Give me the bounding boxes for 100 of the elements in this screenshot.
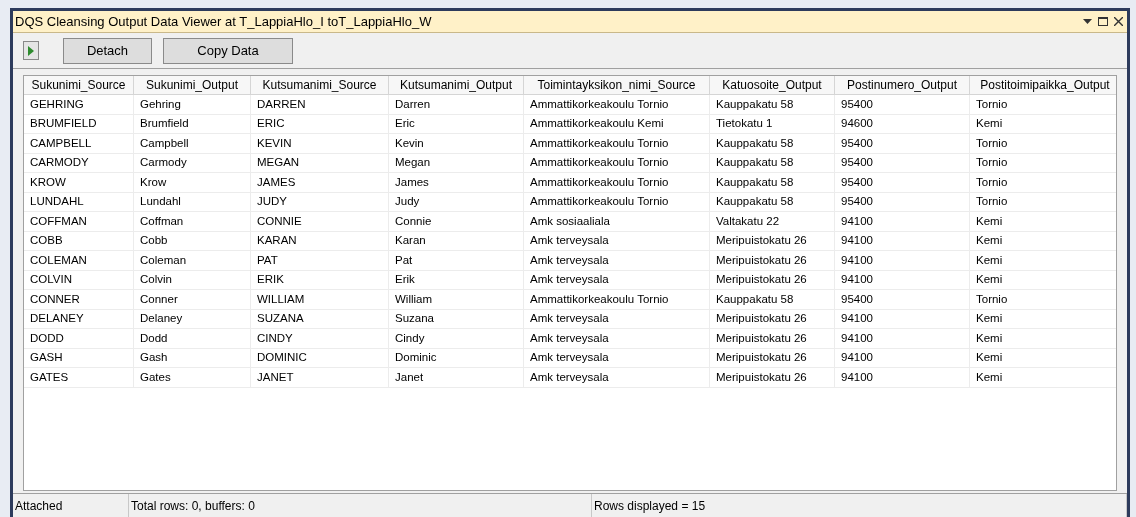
table-cell: Tietokatu 1: [710, 114, 835, 133]
table-cell: 95400: [835, 173, 970, 192]
column-header[interactable]: Sukunimi_Source: [24, 76, 134, 94]
table-cell: DODD: [24, 329, 134, 348]
table-cell: ERIC: [251, 114, 389, 133]
table-cell: Cindy: [389, 329, 524, 348]
status-text: Rows displayed = 15: [592, 494, 1127, 517]
table-cell: Ammattikorkeakoulu Tornio: [524, 192, 710, 211]
table-cell: William: [389, 290, 524, 309]
table-cell: Kauppakatu 58: [710, 153, 835, 172]
table-cell: Ammattikorkeakoulu Tornio: [524, 95, 710, 114]
table-cell: CONNIE: [251, 212, 389, 231]
table-cell: Ammattikorkeakoulu Tornio: [524, 173, 710, 192]
table-cell: DOMINIC: [251, 348, 389, 367]
table-cell: COLVIN: [24, 270, 134, 289]
column-header[interactable]: Postitoimipaikka_Output: [970, 76, 1116, 94]
table-cell: Amk sosiaaliala: [524, 212, 710, 231]
table-cell: Coffman: [134, 212, 251, 231]
table-cell: DELANEY: [24, 309, 134, 328]
column-header[interactable]: Postinumero_Output: [835, 76, 970, 94]
table-cell: Krow: [134, 173, 251, 192]
table-cell: WILLIAM: [251, 290, 389, 309]
table-cell: Kauppakatu 58: [710, 173, 835, 192]
table-cell: Carmody: [134, 153, 251, 172]
table-cell: Tornio: [970, 173, 1116, 192]
table-cell: 94100: [835, 270, 970, 289]
table-cell: Ammattikorkeakoulu Kemi: [524, 114, 710, 133]
table-cell: Kemi: [970, 212, 1116, 231]
table-cell: Amk terveysala: [524, 348, 710, 367]
table-cell: KROW: [24, 173, 134, 192]
table-cell: CAMPBELL: [24, 134, 134, 153]
table-cell: Campbell: [134, 134, 251, 153]
table-cell: Meripuistokatu 26: [710, 251, 835, 270]
table-cell: 94100: [835, 368, 970, 387]
table-cell: COLEMAN: [24, 251, 134, 270]
table-cell: MEGAN: [251, 153, 389, 172]
table-cell: Connie: [389, 212, 524, 231]
table-cell: Lundahl: [134, 192, 251, 211]
table-cell: CARMODY: [24, 153, 134, 172]
column-header[interactable]: Kutsumanimi_Output: [389, 76, 524, 94]
table-cell: Kauppakatu 58: [710, 192, 835, 211]
table-cell: 94100: [835, 231, 970, 250]
table-cell: Judy: [389, 192, 524, 211]
toolbar-button[interactable]: Copy Data: [163, 37, 293, 64]
table-cell: Conner: [134, 290, 251, 309]
table-cell: Kemi: [970, 368, 1116, 387]
dropdown-icon[interactable]: [1083, 19, 1092, 24]
table-cell: Kemi: [970, 309, 1116, 328]
table-cell: Brumfield: [134, 114, 251, 133]
table-cell: 94100: [835, 329, 970, 348]
status-text: Attached: [13, 494, 129, 517]
column-header[interactable]: Katuosoite_Output: [710, 76, 835, 94]
window-title: DQS Cleansing Output Data Viewer at T_LappiaHlo_I toT_LappiaHlo_W: [15, 12, 432, 31]
table-cell: Gash: [134, 348, 251, 367]
table-cell: Meripuistokatu 26: [710, 309, 835, 328]
table-cell: KEVIN: [251, 134, 389, 153]
table-cell: Gehring: [134, 95, 251, 114]
table-cell: CONNER: [24, 290, 134, 309]
table-cell: Meripuistokatu 26: [710, 348, 835, 367]
table-cell: James: [389, 173, 524, 192]
table-cell: SUZANA: [251, 309, 389, 328]
table-cell: Amk terveysala: [524, 309, 710, 328]
run-button[interactable]: [23, 41, 39, 60]
table-cell: Valtakatu 22: [710, 212, 835, 231]
table-cell: Meripuistokatu 26: [710, 231, 835, 250]
table-cell: Kemi: [970, 270, 1116, 289]
table-cell: 95400: [835, 290, 970, 309]
toolbar-button[interactable]: Detach: [63, 37, 152, 64]
table-cell: Amk terveysala: [524, 368, 710, 387]
table-cell: Eric: [389, 114, 524, 133]
table-cell: COFFMAN: [24, 212, 134, 231]
table-cell: Coleman: [134, 251, 251, 270]
table-cell: 94100: [835, 309, 970, 328]
table-cell: 95400: [835, 95, 970, 114]
table-cell: Tornio: [970, 134, 1116, 153]
table-cell: 95400: [835, 192, 970, 211]
table-cell: Tornio: [970, 192, 1116, 211]
table-cell: DARREN: [251, 95, 389, 114]
status-text: Total rows: 0, buffers: 0: [129, 494, 592, 517]
close-icon[interactable]: [1114, 17, 1123, 26]
table-cell: 94600: [835, 114, 970, 133]
table-cell: 94100: [835, 212, 970, 231]
maximize-icon[interactable]: [1098, 17, 1108, 26]
table-cell: Dodd: [134, 329, 251, 348]
table-cell: COBB: [24, 231, 134, 250]
table-cell: Kemi: [970, 114, 1116, 133]
table-cell: JAMES: [251, 173, 389, 192]
table-cell: Megan: [389, 153, 524, 172]
table-cell: 94100: [835, 251, 970, 270]
column-header[interactable]: Sukunimi_Output: [134, 76, 251, 94]
table-cell: Erik: [389, 270, 524, 289]
table-cell: Tornio: [970, 95, 1116, 114]
column-header[interactable]: Kutsumanimi_Source: [251, 76, 389, 94]
table-cell: BRUMFIELD: [24, 114, 134, 133]
table-cell: Amk terveysala: [524, 251, 710, 270]
table-cell: Kemi: [970, 231, 1116, 250]
table-cell: 95400: [835, 153, 970, 172]
table-cell: Kemi: [970, 329, 1116, 348]
column-header[interactable]: Toimintayksikon_nimi_Source: [524, 76, 710, 94]
table-cell: GEHRING: [24, 95, 134, 114]
